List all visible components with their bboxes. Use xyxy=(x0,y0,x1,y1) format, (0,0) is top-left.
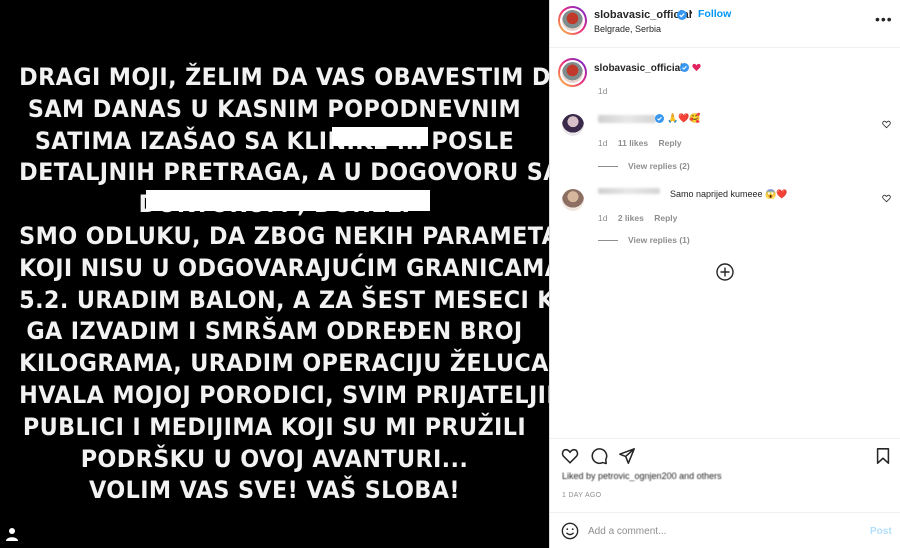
comment-meta: 1d 2 likes Reply xyxy=(598,213,677,223)
like-comment-icon[interactable] xyxy=(882,120,891,129)
avatar[interactable] xyxy=(558,6,587,35)
post-text-line: KILOGRAMA, URADIM OPERACIJU ŽELUCA... xyxy=(19,349,549,378)
comment-time: 1d xyxy=(598,138,608,148)
follow-button[interactable]: Follow xyxy=(698,8,731,20)
add-comment-bar: Post xyxy=(550,512,900,548)
comment-likes[interactable]: 2 likes xyxy=(618,213,644,223)
caption-avatar[interactable] xyxy=(558,58,587,87)
post-text-line: 5.2. URADIM BALON, A ZA ŠEST MESECI KADA xyxy=(19,285,549,314)
post-media[interactable]: DRAGI MOJI, ŽELIM DA VAS OBAVESTIM DA SA… xyxy=(0,0,549,548)
post-sidebar: slobavasic_official • Follow Belgrade, S… xyxy=(549,0,900,548)
reply-button[interactable]: Reply xyxy=(654,213,677,223)
liked-by-text[interactable]: Liked by petrovic_ognjen200 and others xyxy=(562,471,722,481)
view-replies-label: View replies (1) xyxy=(628,235,690,245)
comment-icon[interactable] xyxy=(590,447,608,465)
reply-button[interactable]: Reply xyxy=(658,138,681,148)
verified-badge-icon xyxy=(677,10,687,20)
share-icon[interactable] xyxy=(618,447,636,465)
caption-username[interactable]: slobavasic_official xyxy=(594,63,683,74)
post-text-line: DRAGI MOJI, ŽELIM DA VAS OBAVESTIM DA xyxy=(19,63,549,91)
view-replies-button[interactable]: View replies (1) xyxy=(598,235,690,245)
like-icon[interactable] xyxy=(561,447,579,465)
post-text-line: SMO ODLUKU, DA ZBOG NEKIH PARAMETARA xyxy=(19,221,549,250)
post-actions xyxy=(550,438,900,470)
separator-dot: • xyxy=(689,8,693,19)
commenter-avatar[interactable] xyxy=(562,189,584,211)
more-options-icon[interactable]: ••• xyxy=(875,11,893,27)
location-link[interactable]: Belgrade, Serbia xyxy=(594,24,661,34)
post-image-text: DRAGI MOJI, ŽELIM DA VAS OBAVESTIM DA SA… xyxy=(19,62,549,507)
redaction-bar xyxy=(146,190,430,211)
post-timestamp[interactable]: 1 DAY AGO xyxy=(562,492,601,499)
post-text-line: HVALA MOJOJ PORODICI, SVIM PRIJATELJIMA, xyxy=(19,380,549,409)
bookmark-icon[interactable] xyxy=(874,447,892,465)
red-heart-emoji-icon xyxy=(692,63,701,72)
post-text-line: SATIMA IZAŠAO SA KLINIKE ... POSLE xyxy=(34,126,515,155)
post-text-line: KOJI NISU U ODGOVARAJUĆIM GRANICAMA, xyxy=(19,253,549,282)
comment-likes[interactable]: 11 likes xyxy=(618,138,648,148)
comment-input[interactable] xyxy=(588,522,848,540)
post-text-line: VOLIM VAS SVE! VAŠ SLOBA! xyxy=(89,476,460,505)
post-text-line: GA IZVADIM I SMRŠAM ODREĐEN BROJ xyxy=(26,317,523,346)
post-comment-button[interactable]: Post xyxy=(870,526,892,537)
caption-time: 1d xyxy=(598,86,608,96)
load-more-comments-icon[interactable] xyxy=(716,263,734,281)
view-replies-button[interactable]: View replies (2) xyxy=(598,161,690,171)
verified-badge-icon xyxy=(655,114,664,123)
user-tag-icon[interactable] xyxy=(6,527,18,541)
post-text-line: DETALJNIH PRETRAGA, A U DOGOVORU SA xyxy=(19,158,549,187)
post-text-line: PODRŠKU U OVOJ AVANTURI... xyxy=(80,444,469,473)
comment-meta: 1d 11 likes Reply xyxy=(598,138,682,148)
post-text-line: SAM DANAS U KASNIM POPODNEVNIM xyxy=(27,94,522,123)
redaction-bar xyxy=(332,127,428,146)
emoji-smile-icon[interactable] xyxy=(561,522,579,540)
verified-badge-icon xyxy=(680,63,689,72)
like-comment-icon[interactable] xyxy=(882,194,891,203)
commenter-username-blurred[interactable] xyxy=(598,115,656,123)
commenter-avatar[interactable] xyxy=(562,114,584,136)
view-replies-label: View replies (2) xyxy=(628,161,690,171)
commenter-username-blurred[interactable] xyxy=(598,188,660,194)
post-header: slobavasic_official • Follow Belgrade, S… xyxy=(550,0,900,48)
comment-time: 1d xyxy=(598,213,608,223)
comment-emojis: 🙏❤️🥰 xyxy=(667,113,701,123)
post-text-line: PUBLICI I MEDIJIMA KOJI SU MI PRUŽILI xyxy=(22,412,527,441)
comment-text: Samo naprijed kumeee 😱❤️ xyxy=(670,189,788,199)
